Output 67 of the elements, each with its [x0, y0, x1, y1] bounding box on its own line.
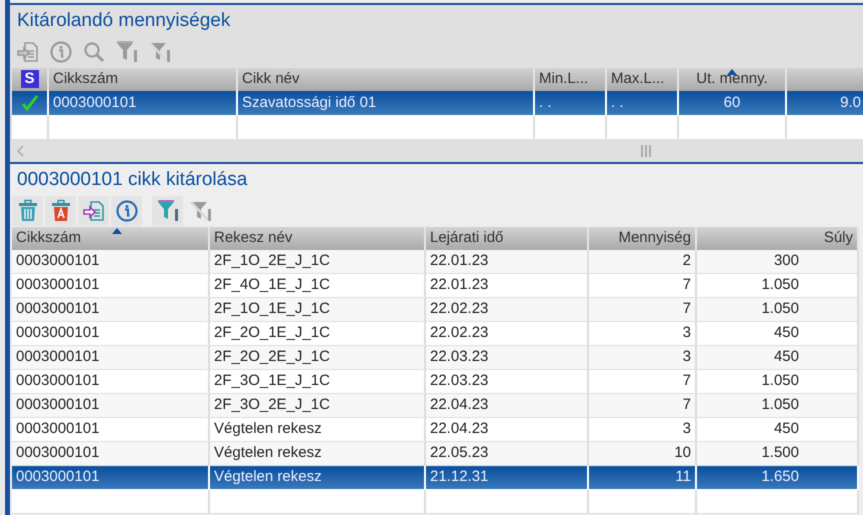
table-cell: 2F_2O_2E_J_1C [209, 346, 425, 370]
column-header[interactable]: Súly [696, 226, 858, 250]
panel-title: Kitárolandó mennyiségek [16, 9, 232, 33]
column-header[interactable]: Rekesz név [209, 226, 425, 250]
column-header[interactable]: Cikkszám [12, 226, 209, 250]
info-icon [48, 40, 72, 64]
table-cell: 0003000101 [12, 394, 209, 418]
table-cell: 300 [696, 250, 858, 274]
table-cell: 450 [696, 346, 858, 370]
panel-title: 0003000101 cikk kitárolása [16, 168, 248, 192]
table-cell: 0003000101 [12, 346, 209, 370]
table-cell: 22.03.23 [425, 346, 588, 370]
column-header[interactable]: Cikk név [237, 68, 534, 91]
table-cell: . . [606, 91, 678, 115]
table-cell: 11 [588, 466, 696, 490]
table-cell: 1.050 [696, 298, 858, 322]
toolbar-button[interactable] [111, 196, 142, 226]
filter-clear-icon [148, 40, 172, 64]
column-header[interactable]: Ut. menny. [678, 68, 786, 91]
column-header[interactable] [786, 68, 863, 91]
table-cell: 2F_1O_1E_J_1C [209, 298, 425, 322]
toolbar-button[interactable] [78, 196, 109, 226]
search-icon [82, 40, 106, 64]
filter-icon [114, 40, 138, 64]
scroll-grip-icon[interactable] [640, 144, 652, 156]
document-arrow-icon [82, 198, 106, 222]
table-cell: 7 [588, 298, 696, 322]
table-cell: 22.04.23 [425, 394, 588, 418]
table-cell: 9.0 [786, 91, 863, 115]
status-header-label[interactable]: S [20, 70, 38, 88]
column-header[interactable]: Max.L... [606, 68, 678, 91]
info-icon [114, 198, 138, 222]
table-cell: . . [534, 91, 606, 115]
table-cell: Végtelen rekesz [209, 466, 425, 490]
column-header[interactable]: S [12, 68, 48, 91]
table-cell: 2F_3O_2E_J_1C [209, 394, 425, 418]
filter-clear-icon [188, 198, 212, 222]
table-cell: 0003000101 [12, 298, 209, 322]
filter-icon [156, 198, 180, 222]
table-cell: 22.05.23 [425, 442, 588, 466]
table-cell: 21.12.31 [425, 466, 588, 490]
column-header[interactable]: Mennyiség [588, 226, 696, 250]
scroll-left-icon[interactable] [16, 144, 24, 156]
column-header[interactable]: Min.L... [534, 68, 606, 91]
table-cell: 1.650 [696, 466, 858, 490]
document-arrow-icon [16, 40, 40, 64]
table-cell: 10 [588, 442, 696, 466]
toolbar-button[interactable] [45, 196, 76, 226]
column-header[interactable]: Cikkszám [48, 68, 237, 91]
column-header[interactable]: Lejárati idő [425, 226, 588, 250]
table-cell: 7 [588, 394, 696, 418]
table-cell: 1.500 [696, 442, 858, 466]
table-cell: 0003000101 [12, 250, 209, 274]
table-cell: 22.01.23 [425, 250, 588, 274]
table-cell: 0003000101 [48, 91, 237, 115]
table-cell: 0003000101 [12, 466, 209, 490]
toolbar-button[interactable] [12, 196, 43, 226]
table-cell: 1.050 [696, 394, 858, 418]
table-cell: 2F_1O_2E_J_1C [209, 250, 425, 274]
table-cell: 2 [588, 250, 696, 274]
table-cell: Végtelen rekesz [209, 442, 425, 466]
table-cell: 3 [588, 346, 696, 370]
table-cell: 60 [678, 91, 786, 115]
table-cell: Szavatossági idő 01 [237, 91, 534, 115]
table-cell: 0003000101 [12, 442, 209, 466]
table-cell: 22.02.23 [425, 298, 588, 322]
toolbar-button[interactable] [152, 196, 183, 226]
